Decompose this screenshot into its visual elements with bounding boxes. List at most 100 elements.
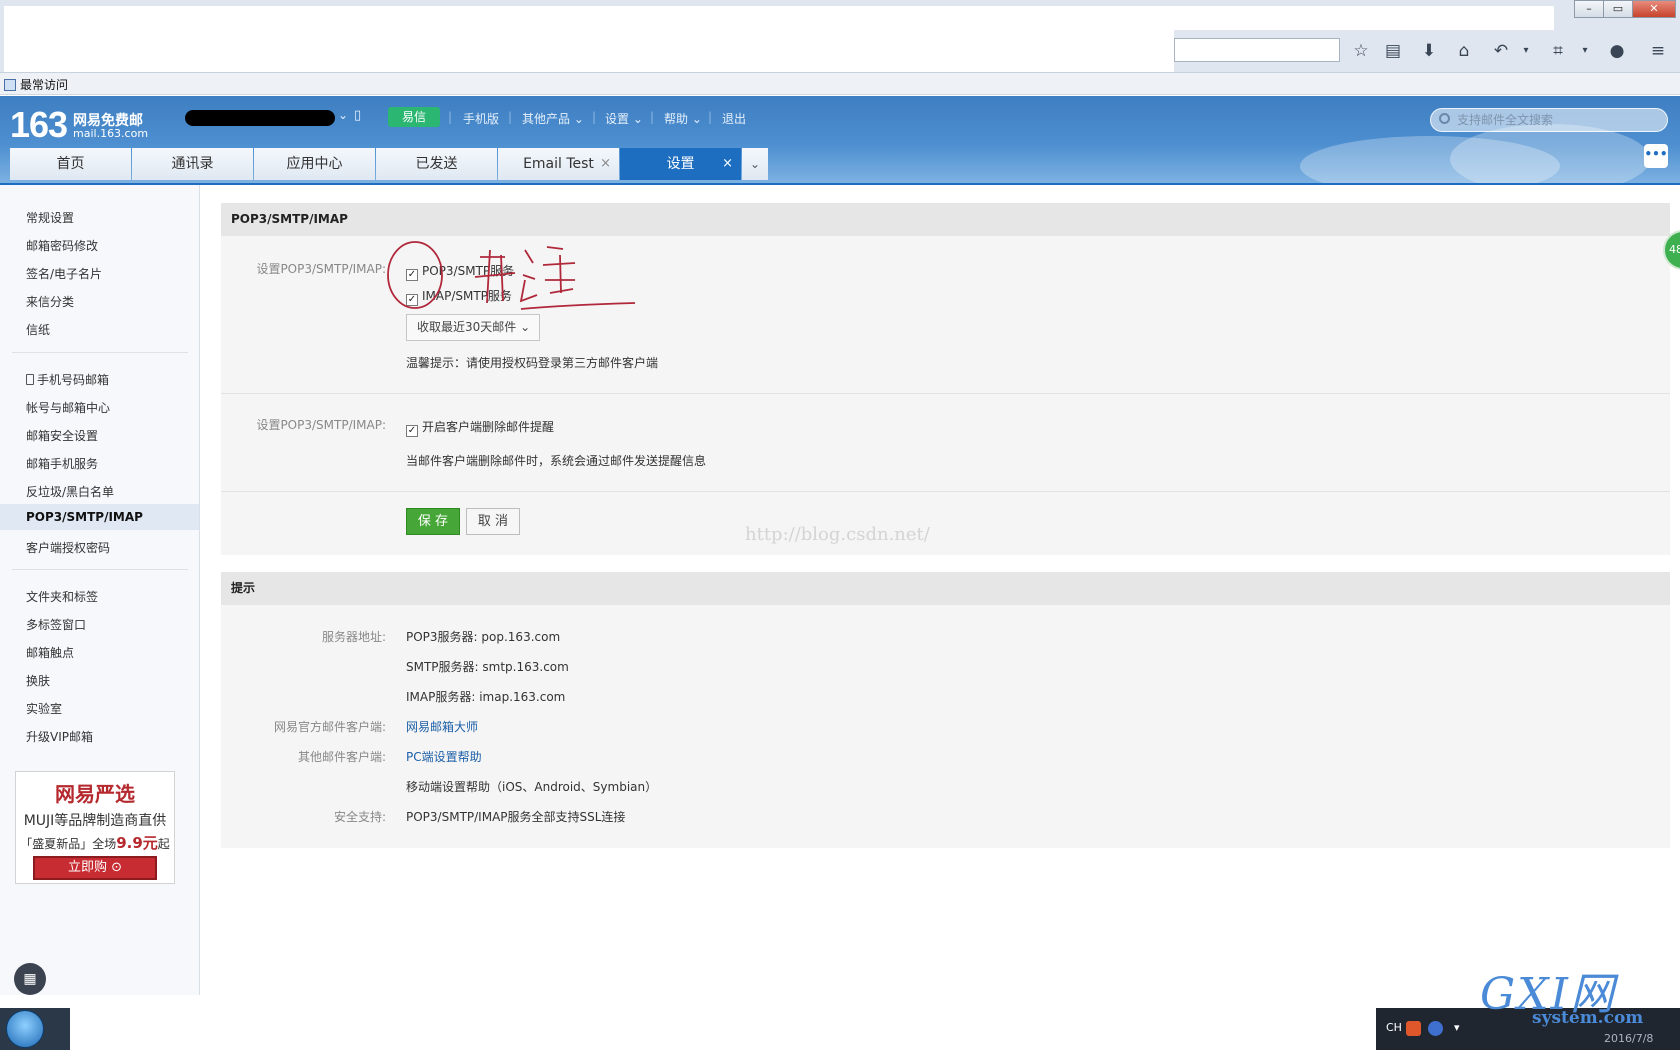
sidebar-item-stationery[interactable]: 信纸 — [26, 321, 50, 338]
home-icon[interactable]: ⌂ — [1451, 38, 1477, 64]
sogou-icon[interactable] — [1406, 1021, 1421, 1036]
reading-list-icon[interactable]: ▤ — [1380, 38, 1406, 64]
tips-panel — [221, 572, 1670, 848]
star-icon[interactable]: ☆ — [1348, 38, 1374, 64]
other-client-label: 其他邮件客户端: — [297, 750, 386, 764]
checkbox-checked-icon[interactable]: ✓ — [406, 425, 418, 437]
sidebar-item-vip[interactable]: 升级VIP邮箱 — [26, 728, 93, 745]
security-label: 安全支持: — [333, 810, 386, 824]
sidebar-item-filters[interactable]: 来信分类 — [26, 293, 74, 310]
nav-help[interactable]: 帮助 ⌄ — [664, 110, 702, 127]
sidebar-item-pop3-smtp-imap[interactable]: POP3/SMTP/IMAP — [0, 504, 199, 530]
nav-other-products[interactable]: 其他产品 ⌄ — [522, 110, 584, 127]
tray-date: 2016/7/8 — [1604, 1032, 1654, 1045]
bookmark-icon — [4, 78, 16, 91]
sidebar-item-antispam[interactable]: 反垃圾/黑白名单 — [26, 483, 114, 500]
tab-app-center[interactable]: 应用中心 — [254, 148, 375, 180]
phone-icon — [26, 374, 34, 385]
logo[interactable]: 163 — [10, 104, 68, 146]
ad-title: 网易严选 — [55, 782, 135, 806]
dropdown-icon[interactable]: ▾ — [1513, 38, 1539, 64]
section-title: POP3/SMTP/IMAP — [221, 203, 1670, 236]
chat-icon[interactable]: ● — [1604, 38, 1630, 64]
imap-server: IMAP服务器: imap.163.com — [406, 690, 566, 704]
header-divider — [0, 183, 1680, 185]
tray-expand-icon[interactable]: ▾ — [1454, 1021, 1460, 1034]
maximize-button[interactable]: ▭ — [1603, 0, 1633, 18]
tab-settings[interactable]: 设置 × — [620, 148, 741, 180]
back-icon[interactable]: ↶ — [1488, 38, 1514, 64]
download-icon[interactable]: ⬇ — [1416, 38, 1442, 64]
official-client-label: 网易官方邮件客户端: — [273, 720, 386, 734]
ad-line2: 「盛夏新品」全场9.9元起 — [20, 834, 170, 852]
nav-separator: | — [592, 110, 597, 124]
sidebar-divider — [12, 569, 188, 570]
pop3-server: POP3服务器: pop.163.com — [406, 630, 561, 644]
language-indicator[interactable]: CH — [1386, 1021, 1402, 1034]
help-icon[interactable] — [1428, 1021, 1443, 1036]
security-text: POP3/SMTP/IMAP服务全部支持SSL连接 — [406, 810, 626, 824]
chevron-down-icon[interactable]: ⌄ — [338, 108, 348, 122]
more-button[interactable]: ••• — [1644, 144, 1668, 168]
sidebar-item-folders[interactable]: 文件夹和标签 — [26, 588, 98, 605]
close-icon[interactable]: × — [600, 148, 611, 180]
windows-start-icon[interactable] — [6, 1010, 44, 1048]
site-watermark-domain: system.com — [1532, 1008, 1644, 1028]
sidebar-item-skin[interactable]: 换肤 — [26, 672, 50, 689]
nav-separator: | — [650, 110, 655, 124]
browser-toolbar: ☆ ▤ ⬇ ⌂ ↶ ▾ ⌗ ▾ ● ≡ – ▭ ✕ — [0, 0, 1680, 73]
nav-settings[interactable]: 设置 ⌄ — [605, 110, 643, 127]
tab-sent[interactable]: 已发送 — [376, 148, 497, 180]
tab-more-dropdown[interactable]: ⌄ — [742, 148, 768, 180]
redacted-username — [185, 110, 335, 126]
browser-search-box[interactable] — [1174, 38, 1340, 62]
sidebar-item-phone-mail[interactable]: 手机号码邮箱 — [26, 371, 109, 388]
phone-icon[interactable]: ▯ — [354, 108, 361, 123]
sidebar-item-lab[interactable]: 实验室 — [26, 700, 62, 717]
save-button[interactable]: 保 存 — [406, 508, 460, 535]
bookmark-most-visited[interactable]: 最常访问 — [4, 76, 68, 93]
sidebar-item-touchpoint[interactable]: 邮箱触点 — [26, 644, 74, 661]
blog-watermark: http://blog.csdn.net/ — [745, 524, 930, 545]
close-window-button[interactable]: ✕ — [1632, 0, 1676, 18]
tab-email-test[interactable]: Email Test × — [498, 148, 619, 180]
cancel-button[interactable]: 取 消 — [466, 508, 520, 535]
os-taskbar — [0, 1008, 70, 1050]
sidebar-item-security[interactable]: 邮箱安全设置 — [26, 427, 98, 444]
sidebar-item-password[interactable]: 邮箱密码修改 — [26, 237, 98, 254]
mail-search-input[interactable]: 支持邮件全文搜索 — [1430, 108, 1668, 132]
fetch-range-select[interactable]: 收取最近30天邮件 ⌄ — [406, 314, 540, 341]
tab-contacts[interactable]: 通讯录 — [132, 148, 253, 180]
redacted-area — [4, 6, 1174, 72]
nav-logout[interactable]: 退出 — [722, 110, 746, 127]
search-icon — [1439, 113, 1450, 124]
sidebar-item-signature[interactable]: 签名/电子名片 — [26, 265, 102, 282]
yixin-label: 易信 — [401, 110, 426, 124]
apps-grid-icon[interactable]: ▦ — [14, 963, 46, 995]
nav-mobile[interactable]: 手机版 — [463, 110, 499, 127]
ad-banner[interactable]: 网易严选 MUJI等品牌制造商直供 「盛夏新品」全场9.9元起 立即购 ⊙ — [15, 771, 175, 884]
minimize-button[interactable]: – — [1574, 0, 1604, 18]
menu-icon[interactable]: ≡ — [1645, 38, 1671, 64]
settings-sidebar: 常规设置 邮箱密码修改 签名/电子名片 来信分类 信纸 手机号码邮箱 帐号与邮箱… — [0, 185, 200, 995]
sidebar-item-account-center[interactable]: 帐号与邮箱中心 — [26, 399, 110, 416]
redacted-area-2 — [1174, 6, 1554, 30]
sidebar-item-general[interactable]: 常规设置 — [26, 209, 74, 226]
tab-home[interactable]: 首页 — [10, 148, 131, 180]
close-icon[interactable]: × — [722, 148, 733, 180]
smtp-server: SMTP服务器: smtp.163.com — [406, 660, 569, 674]
ad-buy-button[interactable]: 立即购 ⊙ — [33, 856, 157, 880]
sidebar-item-client-auth[interactable]: 客户端授权密码 — [26, 539, 110, 556]
checkbox-delete-alert[interactable]: ✓ 开启客户端删除邮件提醒 — [406, 418, 554, 437]
dropdown-icon[interactable]: ▾ — [1572, 38, 1598, 64]
mail-master-link[interactable]: 网易邮箱大师 — [406, 718, 478, 735]
yixin-button[interactable]: 易信 — [388, 107, 440, 127]
crop-icon[interactable]: ⌗ — [1545, 38, 1571, 64]
server-label: 服务器地址: — [321, 630, 386, 644]
pc-setup-link[interactable]: PC端设置帮助 — [406, 748, 482, 765]
logo-domain: mail.163.com — [73, 127, 149, 140]
search-placeholder: 支持邮件全文搜索 — [1457, 113, 1554, 127]
sidebar-item-mobile-service[interactable]: 邮箱手机服务 — [26, 455, 98, 472]
sidebar-item-multitab[interactable]: 多标签窗口 — [26, 616, 86, 633]
mobile-setup-text[interactable]: 移动端设置帮助（iOS、Android、Symbian） — [406, 778, 657, 795]
